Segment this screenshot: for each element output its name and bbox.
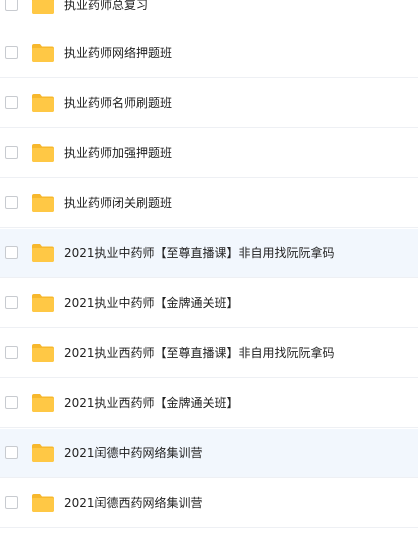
folder-icon: [31, 493, 55, 513]
row-checkbox[interactable]: [5, 196, 18, 209]
row-checkbox[interactable]: [5, 346, 18, 359]
list-item[interactable]: 2021执业西药师【金牌通关班】: [0, 379, 418, 428]
folder-name[interactable]: 执业药师闭关刷题班: [64, 195, 172, 211]
folder-icon: [31, 393, 55, 413]
row-checkbox[interactable]: [5, 96, 18, 109]
row-checkbox[interactable]: [5, 146, 18, 159]
list-item[interactable]: 执业药师网络押题班: [0, 29, 418, 78]
row-checkbox[interactable]: [5, 396, 18, 409]
list-item[interactable]: 2021闰德中药网络集训营: [0, 429, 418, 478]
folder-icon: [31, 243, 55, 263]
folder-name[interactable]: 2021执业中药师【至尊直播课】非自用找阮阮拿码: [64, 245, 335, 261]
folder-name[interactable]: 2021闰德中药网络集训营: [64, 445, 203, 461]
folder-icon: [31, 343, 55, 363]
folder-icon: [31, 43, 55, 63]
list-item[interactable]: 执业药师闭关刷题班: [0, 179, 418, 228]
list-item[interactable]: 2021执业西药师【至尊直播课】非自用找阮阮拿码: [0, 329, 418, 378]
list-item[interactable]: 执业药师总复习: [0, 0, 418, 30]
folder-icon: [31, 293, 55, 313]
folder-name[interactable]: 2021执业中药师【金牌通关班】: [64, 295, 239, 311]
folder-name[interactable]: 2021执业西药师【至尊直播课】非自用找阮阮拿码: [64, 345, 335, 361]
row-checkbox[interactable]: [5, 496, 18, 509]
file-list: 执业药师总复习 执业药师网络押题班 执业药师名师刷题班 执业药师加强押题班 执业…: [0, 0, 418, 554]
folder-name[interactable]: 执业药师总复习: [64, 0, 148, 13]
row-checkbox[interactable]: [5, 446, 18, 459]
folder-icon: [31, 193, 55, 213]
row-checkbox[interactable]: [5, 296, 18, 309]
folder-icon: [31, 0, 55, 15]
folder-name[interactable]: 2021闰德西药网络集训营: [64, 495, 203, 511]
row-checkbox[interactable]: [5, 46, 18, 59]
list-item[interactable]: 2021闰德西药网络集训营: [0, 479, 418, 528]
folder-name[interactable]: 执业药师加强押题班: [64, 145, 172, 161]
folder-icon: [31, 93, 55, 113]
folder-name[interactable]: 执业药师网络押题班: [64, 45, 172, 61]
folder-icon: [31, 443, 55, 463]
list-item[interactable]: 执业药师名师刷题班: [0, 79, 418, 128]
row-checkbox[interactable]: [5, 0, 18, 11]
list-item[interactable]: 执业药师加强押题班: [0, 129, 418, 178]
folder-name[interactable]: 2021执业西药师【金牌通关班】: [64, 395, 239, 411]
folder-icon: [31, 143, 55, 163]
row-checkbox[interactable]: [5, 246, 18, 259]
list-item[interactable]: 2021执业中药师【金牌通关班】: [0, 279, 418, 328]
folder-name[interactable]: 执业药师名师刷题班: [64, 95, 172, 111]
list-item[interactable]: 2021执业中药师【至尊直播课】非自用找阮阮拿码: [0, 229, 418, 278]
